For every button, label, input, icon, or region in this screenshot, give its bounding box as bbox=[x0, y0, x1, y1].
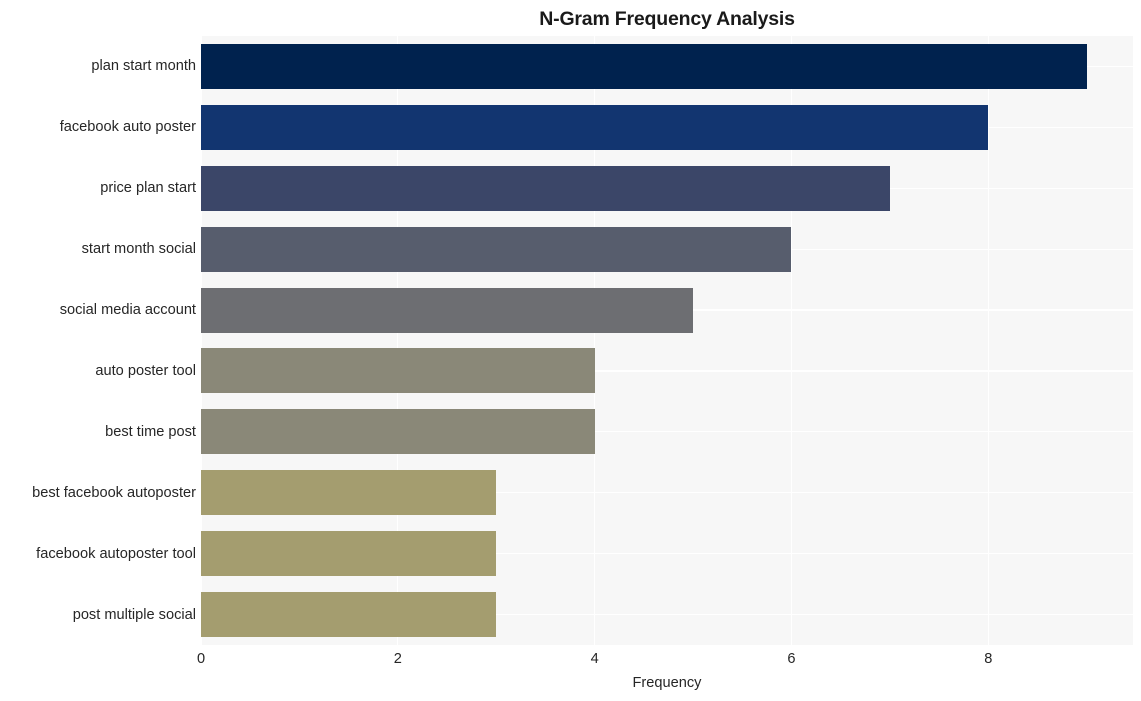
y-axis-tick-label: post multiple social bbox=[72, 606, 196, 623]
x-axis-tick-label: 2 bbox=[393, 651, 402, 667]
y-axis-tick-label: price plan start bbox=[100, 180, 196, 197]
bar bbox=[201, 43, 1087, 89]
bar bbox=[201, 531, 497, 577]
plot-area bbox=[201, 36, 1133, 645]
bar bbox=[201, 348, 595, 394]
y-axis-tick-label: social media account bbox=[59, 302, 196, 319]
bar bbox=[201, 226, 792, 272]
y-axis-tick-label: facebook auto poster bbox=[59, 119, 196, 136]
x-axis-tick-label: 8 bbox=[984, 651, 993, 667]
bar bbox=[201, 470, 497, 516]
bar bbox=[201, 409, 595, 455]
bar bbox=[201, 104, 989, 150]
x-axis-label: Frequency bbox=[632, 675, 702, 691]
y-axis-tick-label: plan start month bbox=[91, 58, 196, 75]
y-axis-tick-label: auto poster tool bbox=[95, 362, 196, 379]
x-axis-tick-labels: 0 2 4 6 8 bbox=[0, 649, 1141, 673]
x-axis-tick-label: 6 bbox=[787, 651, 796, 667]
x-axis-tick-label: 0 bbox=[196, 651, 206, 667]
y-axis-tick-label: start month social bbox=[81, 241, 196, 258]
page-title: N-Gram Frequency Analysis bbox=[539, 8, 795, 30]
bar bbox=[201, 592, 497, 638]
y-axis-tick-label: best time post bbox=[105, 423, 196, 440]
y-axis-tick-labels: plan start month facebook auto poster pric… bbox=[0, 36, 196, 645]
chart-figure: N-Gram Frequency Analysis plan start mon… bbox=[0, 0, 1141, 701]
bar bbox=[201, 287, 694, 333]
y-axis-tick-label: facebook autoposter tool bbox=[36, 545, 196, 562]
bar bbox=[201, 165, 890, 211]
x-axis-tick-label: 4 bbox=[590, 651, 599, 667]
y-axis-tick-label: best facebook autoposter bbox=[32, 484, 196, 501]
